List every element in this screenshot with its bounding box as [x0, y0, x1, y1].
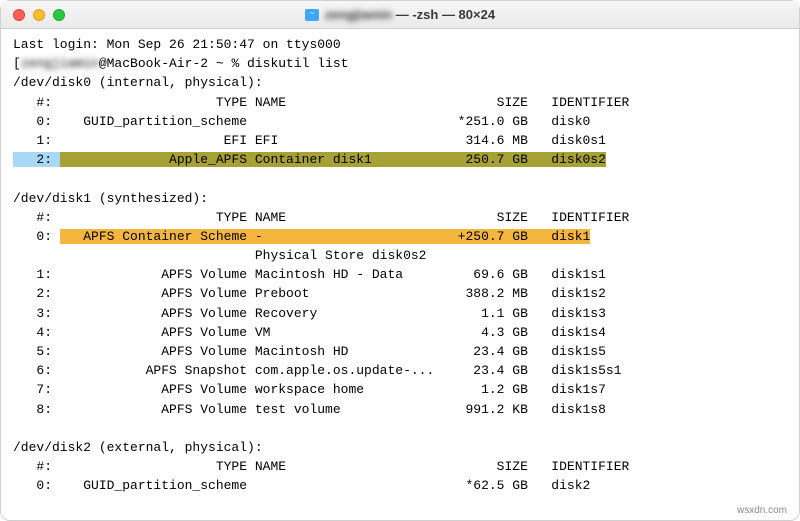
terminal-line: 0: GUID_partition_scheme *62.5 GB disk2: [13, 476, 787, 495]
terminal-line: 5: APFS Volume Macintosh HD 23.4 GB disk…: [13, 342, 787, 361]
terminal-line: 6: APFS Snapshot com.apple.os.update-...…: [13, 361, 787, 380]
terminal-line: 8: APFS Volume test volume 991.2 KB disk…: [13, 400, 787, 419]
folder-icon: ~: [305, 9, 319, 21]
terminal-line: #: TYPE NAME SIZE IDENTIFIER: [13, 208, 787, 227]
close-icon[interactable]: [13, 9, 25, 21]
terminal-line: #: TYPE NAME SIZE IDENTIFIER: [13, 93, 787, 112]
terminal-line: 0: GUID_partition_scheme *251.0 GB disk0: [13, 112, 787, 131]
window-titlebar: ~ zengjiamin — -zsh — 80×24: [1, 1, 799, 29]
terminal-line: 7: APFS Volume workspace home 1.2 GB dis…: [13, 380, 787, 399]
window-title: ~ zengjiamin — -zsh — 80×24: [1, 7, 799, 22]
traffic-lights: [13, 9, 65, 21]
terminal-line: 3: APFS Volume Recovery 1.1 GB disk1s3: [13, 304, 787, 323]
terminal-line: Physical Store disk0s2: [13, 246, 787, 265]
terminal-output[interactable]: Last login: Mon Sep 26 21:50:47 on ttys0…: [1, 29, 799, 504]
terminal-line: /dev/disk1 (synthesized):: [13, 189, 787, 208]
terminal-line: 2: APFS Volume Preboot 388.2 MB disk1s2: [13, 284, 787, 303]
terminal-line: /dev/disk0 (internal, physical):: [13, 73, 787, 92]
terminal-line: /dev/disk2 (external, physical):: [13, 438, 787, 457]
terminal-line: Last login: Mon Sep 26 21:50:47 on ttys0…: [13, 35, 787, 54]
terminal-line: #: TYPE NAME SIZE IDENTIFIER: [13, 457, 787, 476]
terminal-line: [zengjiamin@MacBook-Air-2 ~ % diskutil l…: [13, 54, 787, 73]
terminal-line: 4: APFS Volume VM 4.3 GB disk1s4: [13, 323, 787, 342]
terminal-line: 0: APFS Container Scheme - +250.7 GB dis…: [13, 227, 787, 246]
zoom-icon[interactable]: [53, 9, 65, 21]
title-username: zengjiamin: [325, 7, 392, 22]
terminal-line: 1: APFS Volume Macintosh HD - Data 69.6 …: [13, 265, 787, 284]
minimize-icon[interactable]: [33, 9, 45, 21]
terminal-line: 1: EFI EFI 314.6 MB disk0s1: [13, 131, 787, 150]
terminal-line: [13, 169, 787, 188]
terminal-line: [13, 419, 787, 438]
watermark: wsxdn.com: [737, 505, 787, 516]
terminal-line: 2: Apple_APFS Container disk1 250.7 GB d…: [13, 150, 787, 169]
title-suffix: — -zsh — 80×24: [392, 7, 495, 22]
